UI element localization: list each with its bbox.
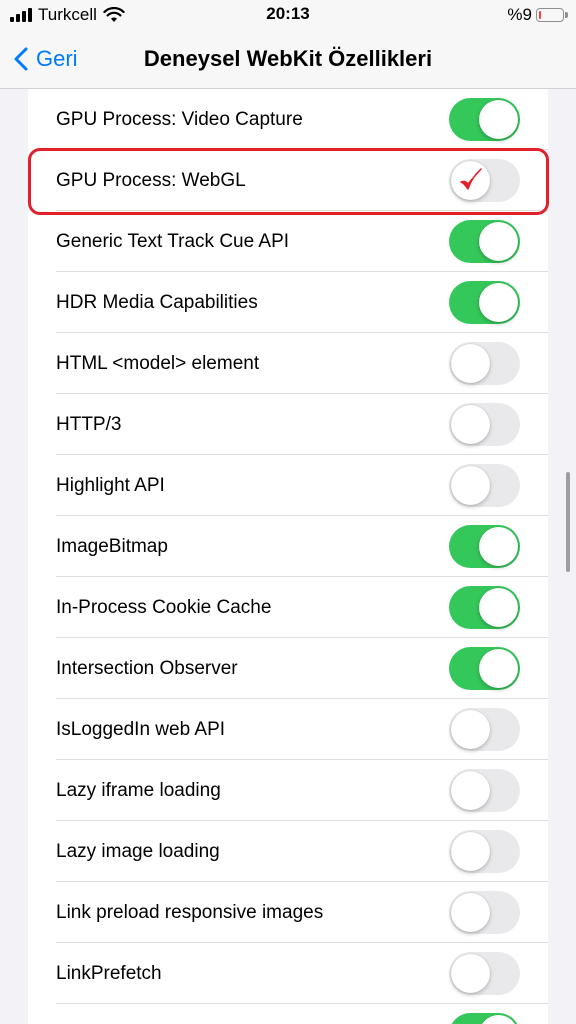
- setting-row: Link preload responsive images: [28, 882, 548, 943]
- setting-row: HDR Media Capabilities: [28, 272, 548, 333]
- toggle-knob: [451, 771, 490, 810]
- highlight-annotation: [28, 148, 549, 215]
- setting-label: HDR Media Capabilities: [56, 292, 258, 313]
- settings-list: GPU Process: Video Capture GPU Process: W…: [28, 89, 548, 1024]
- toggle-knob: [451, 466, 490, 505]
- setting-label: Link preload responsive images: [56, 902, 324, 923]
- setting-row: LinkPrefetch: [28, 943, 548, 1004]
- toggle-knob: [479, 222, 518, 261]
- toggle-switch[interactable]: [449, 220, 520, 263]
- setting-label: Lazy iframe loading: [56, 780, 221, 801]
- setting-label: In-Process Cookie Cache: [56, 597, 272, 618]
- toggle-knob: [479, 283, 518, 322]
- toggle-switch[interactable]: [449, 708, 520, 751]
- setting-label: HTML <model> element: [56, 353, 260, 374]
- toggle-switch[interactable]: [449, 403, 520, 446]
- page-title: Deneysel WebKit Özellikleri: [143, 46, 433, 71]
- setting-label: LinkPrefetch: [56, 963, 162, 984]
- toggle-switch[interactable]: [449, 525, 520, 568]
- navigation-bar: Geri Deneysel WebKit Özellikleri: [0, 30, 576, 89]
- toggle-switch[interactable]: [449, 98, 520, 141]
- battery-percentage: %9: [507, 5, 532, 24]
- toggle-knob: [451, 893, 490, 932]
- toggle-knob: [479, 649, 518, 688]
- setting-label: HTTP/3: [56, 414, 122, 435]
- setting-row: HTTP/3: [28, 394, 548, 455]
- setting-row: HTML <model> element: [28, 333, 548, 394]
- status-bar: Turkcell 20:13 %9: [0, 0, 576, 30]
- toggle-knob: [451, 405, 490, 444]
- toggle-knob: [479, 527, 518, 566]
- toggle-switch[interactable]: [449, 769, 520, 812]
- setting-label: Generic Text Track Cue API: [56, 231, 290, 252]
- status-time: 20:13: [266, 4, 310, 23]
- toggle-switch[interactable]: [449, 281, 520, 324]
- toggle-knob: [479, 588, 518, 627]
- toggle-switch[interactable]: [449, 647, 520, 690]
- setting-label: Lazy image loading: [56, 841, 220, 862]
- setting-label: Intersection Observer: [56, 658, 238, 679]
- setting-row: Lazy image loading: [28, 821, 548, 882]
- setting-row: [28, 1004, 548, 1024]
- battery-icon: [536, 8, 568, 22]
- setting-row: In-Process Cookie Cache: [28, 577, 548, 638]
- toggle-switch[interactable]: [449, 952, 520, 995]
- setting-label: GPU Process: Video Capture: [56, 109, 303, 130]
- scroll-indicator[interactable]: [566, 472, 570, 572]
- battery-level-fill: [539, 11, 541, 19]
- setting-label: IsLoggedIn web API: [56, 719, 226, 740]
- status-right: %9: [507, 4, 568, 26]
- toggle-switch[interactable]: [449, 342, 520, 385]
- toggle-switch[interactable]: [449, 586, 520, 629]
- setting-label: Highlight API: [56, 475, 165, 496]
- setting-label: ImageBitmap: [56, 536, 168, 557]
- setting-row: IsLoggedIn web API: [28, 699, 548, 760]
- setting-row: Lazy iframe loading: [28, 760, 548, 821]
- setting-row: Generic Text Track Cue API: [28, 211, 548, 272]
- setting-row: ImageBitmap: [28, 516, 548, 577]
- setting-row: GPU Process: Video Capture: [28, 89, 548, 150]
- toggle-knob: [451, 344, 490, 383]
- toggle-knob: [451, 832, 490, 871]
- toggle-knob: [479, 100, 518, 139]
- toggle-switch[interactable]: [449, 1013, 520, 1024]
- toggle-switch[interactable]: [449, 464, 520, 507]
- setting-row: Highlight API: [28, 455, 548, 516]
- toggle-knob: [479, 1015, 518, 1024]
- setting-row: Intersection Observer: [28, 638, 548, 699]
- toggle-knob: [451, 954, 490, 993]
- toggle-switch[interactable]: [449, 830, 520, 873]
- toggle-knob: [451, 710, 490, 749]
- toggle-switch[interactable]: [449, 891, 520, 934]
